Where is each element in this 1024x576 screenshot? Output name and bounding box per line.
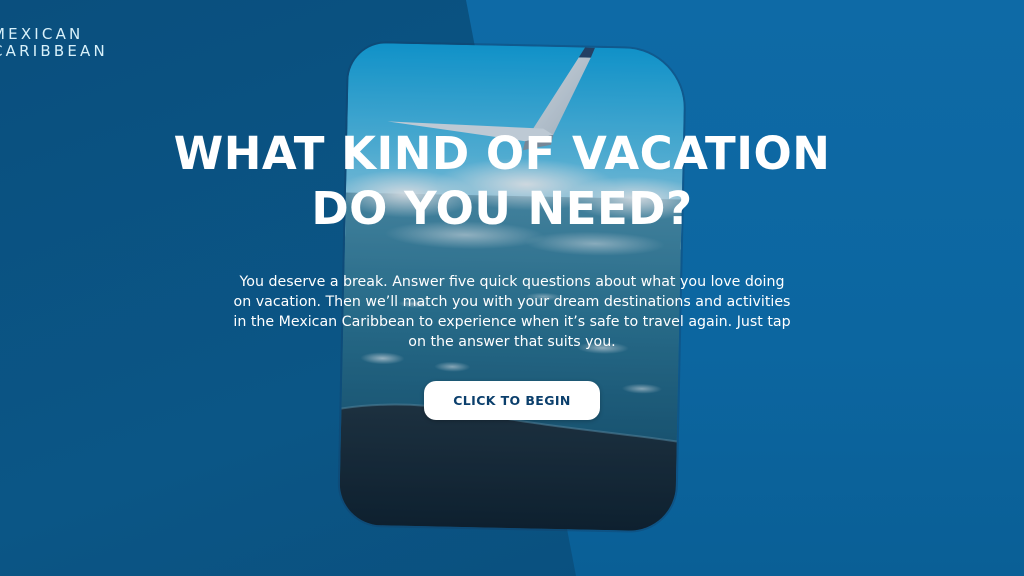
landing-page: MEXICAN CARIBBEAN WHAT KIND OF VACATION … bbox=[0, 0, 1024, 576]
click-to-begin-button[interactable]: CLICK TO BEGIN bbox=[424, 381, 600, 420]
page-title-line-2: DO YOU NEED? bbox=[311, 182, 693, 235]
page-title-line-1: WHAT KIND OF VACATION bbox=[173, 127, 831, 180]
logo-line-1: MEXICAN bbox=[0, 25, 84, 43]
logo-line-2: CARIBBEAN bbox=[0, 42, 108, 60]
intro-paragraph: You deserve a break. Answer five quick q… bbox=[233, 274, 791, 350]
mexican-caribbean-logo[interactable]: MEXICAN CARIBBEAN bbox=[0, 26, 108, 60]
page-title: WHAT KIND OF VACATION DO YOU NEED? bbox=[0, 126, 1004, 236]
